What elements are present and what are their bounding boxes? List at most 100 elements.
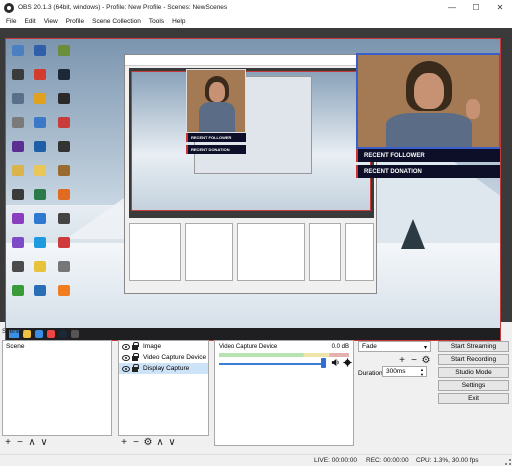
scenes-list[interactable]: Scene	[2, 340, 112, 436]
spin-arrows-icon[interactable]: ▲ ▼	[420, 367, 424, 377]
desktop-icon[interactable]	[58, 165, 70, 176]
maximize-button[interactable]: ☐	[464, 0, 488, 15]
desktop-icon[interactable]	[12, 165, 24, 176]
close-button[interactable]: ✕	[488, 0, 512, 15]
desktop-icon[interactable]	[34, 285, 46, 296]
desktop-icon[interactable]	[58, 93, 70, 104]
preview-canvas[interactable]: RECENT FOLLOWER RECENT DONATION RECENT F…	[5, 38, 501, 341]
preview-area[interactable]: RECENT FOLLOWER RECENT DONATION RECENT F…	[0, 28, 512, 341]
source-item[interactable]: Video Capture Device	[119, 352, 208, 363]
desktop-icon[interactable]	[58, 69, 70, 80]
transition-select[interactable]: Fade ▾	[358, 341, 431, 352]
window-controls: — ☐ ✕	[440, 0, 512, 15]
resize-grip-icon[interactable]	[505, 459, 511, 465]
desktop-icon[interactable]	[34, 93, 46, 104]
gear-icon[interactable]	[343, 358, 352, 367]
duration-value: 300ms	[386, 368, 406, 375]
desktop-icon[interactable]	[12, 237, 24, 248]
desktop-icon[interactable]	[12, 117, 24, 128]
desktop-icon[interactable]	[34, 117, 46, 128]
remove-icon[interactable]: −	[130, 436, 142, 448]
menu-scene-collection[interactable]: Scene Collection	[88, 18, 145, 25]
add-icon[interactable]: +	[2, 436, 14, 448]
audio-level-meter	[219, 353, 349, 357]
minimize-button[interactable]: —	[440, 0, 464, 15]
desktop-icon[interactable]	[58, 189, 70, 200]
add-icon[interactable]: +	[396, 354, 408, 366]
menu-help[interactable]: Help	[168, 18, 189, 25]
desktop-icon[interactable]	[12, 213, 24, 224]
source-item-selected[interactable]: Display Capture	[119, 363, 208, 374]
move-up-icon[interactable]: ∧	[26, 436, 38, 448]
gear-icon[interactable]: ⚙	[142, 436, 154, 448]
nested-preview	[129, 68, 374, 218]
source-label: Image	[143, 343, 162, 350]
desktop-icon[interactable]	[34, 261, 46, 272]
webcam-person-face	[414, 73, 444, 109]
source-item[interactable]: Image	[119, 341, 208, 352]
transition-buttons: + − ⚙	[396, 354, 432, 366]
desktop-icon[interactable]	[12, 45, 24, 56]
desktop-icon[interactable]	[12, 69, 24, 80]
desktop-icon[interactable]	[58, 213, 70, 224]
desktop-icon[interactable]	[34, 69, 46, 80]
speaker-icon[interactable]	[331, 358, 340, 367]
scene-transitions-dock: Scene Transitions Fade ▾ + − ⚙ Duration …	[358, 322, 434, 454]
duration-spinbox[interactable]: 300ms ▲ ▼	[382, 366, 427, 377]
settings-button[interactable]: Settings	[438, 380, 509, 391]
menu-view[interactable]: View	[40, 18, 62, 25]
visibility-eye-icon[interactable]	[122, 343, 130, 350]
remove-icon[interactable]: −	[14, 436, 26, 448]
move-up-icon[interactable]: ∧	[154, 436, 166, 448]
menu-edit[interactable]: Edit	[20, 18, 39, 25]
volume-slider-thumb[interactable]	[321, 358, 326, 368]
nested-obs-window	[124, 54, 377, 294]
visibility-eye-icon[interactable]	[122, 365, 130, 372]
scene-item[interactable]: Scene	[3, 341, 111, 352]
desktop-icon[interactable]	[34, 237, 46, 248]
desktop-icon[interactable]	[58, 237, 70, 248]
desktop-icon[interactable]	[12, 189, 24, 200]
duration-label: Duration	[358, 370, 383, 377]
volume-slider-fill	[219, 363, 323, 365]
obs-logo-icon	[4, 2, 14, 13]
add-icon[interactable]: +	[118, 436, 130, 448]
desktop-icon[interactable]	[58, 285, 70, 296]
gear-icon[interactable]: ⚙	[420, 354, 432, 366]
start-recording-button[interactable]: Start Recording	[438, 354, 509, 365]
sources-dock: Sources Image Video Capture Device Displ…	[118, 322, 210, 454]
mixer-channel-label: Video Capture Device	[219, 344, 278, 350]
menu-profile[interactable]: Profile	[62, 18, 88, 25]
start-streaming-button[interactable]: Start Streaming	[438, 341, 509, 352]
desktop-icon[interactable]	[34, 141, 46, 152]
recent-follower-banner: RECENT FOLLOWER	[356, 149, 500, 162]
desktop-icon[interactable]	[12, 141, 24, 152]
lock-icon[interactable]	[132, 364, 139, 372]
lock-icon[interactable]	[132, 353, 139, 361]
move-down-icon[interactable]: ∨	[166, 436, 178, 448]
title-bar: OBS 20.1.3 (64bit, windows) - Profile: N…	[0, 0, 512, 15]
desktop-icon[interactable]	[58, 141, 70, 152]
desktop-icon[interactable]	[34, 45, 46, 56]
cpu-fps: CPU: 1.3%, 30.00 fps	[416, 457, 479, 464]
desktop-icon[interactable]	[34, 213, 46, 224]
exit-button[interactable]: Exit	[438, 393, 509, 404]
sources-list[interactable]: Image Video Capture Device Display Captu…	[118, 340, 209, 436]
desktop-icon[interactable]	[12, 93, 24, 104]
desktop-icon[interactable]	[12, 285, 24, 296]
move-down-icon[interactable]: ∨	[38, 436, 50, 448]
desktop-icon[interactable]	[34, 189, 46, 200]
visibility-eye-icon[interactable]	[122, 354, 130, 361]
lock-icon[interactable]	[132, 342, 139, 350]
volume-slider-track[interactable]	[219, 363, 323, 365]
studio-mode-button[interactable]: Studio Mode	[438, 367, 509, 378]
desktop-icon[interactable]	[58, 117, 70, 128]
menu-tools[interactable]: Tools	[145, 18, 168, 25]
remove-icon[interactable]: −	[408, 354, 420, 366]
desktop-icon[interactable]	[58, 45, 70, 56]
menu-file[interactable]: File	[2, 18, 20, 25]
desktop-icon[interactable]	[34, 165, 46, 176]
desktop-icon[interactable]	[12, 261, 24, 272]
desktop-icon[interactable]	[58, 261, 70, 272]
nested-menu-bar	[125, 61, 376, 66]
